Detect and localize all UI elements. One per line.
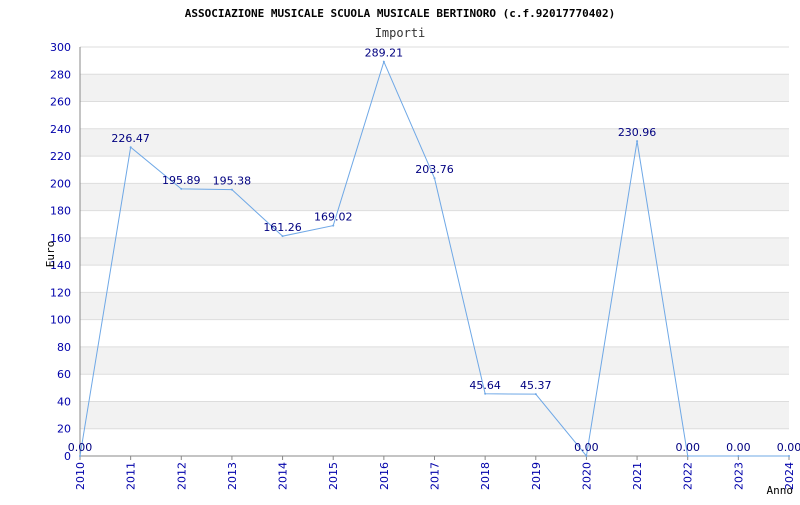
data-label: 226.47 [111, 132, 150, 145]
data-label: 203.76 [415, 163, 454, 176]
data-label: 45.64 [469, 379, 501, 392]
y-tick-label: 220 [50, 150, 71, 163]
y-tick-label: 260 [50, 96, 71, 109]
data-point [737, 455, 740, 457]
data-label: 0.00 [777, 441, 800, 454]
grid-band [80, 128, 789, 157]
y-axis-title: Euro [44, 241, 57, 268]
data-point [230, 188, 233, 191]
data-point [788, 455, 790, 457]
data-point [332, 224, 335, 227]
y-tick-label: 120 [50, 286, 71, 299]
y-tick-label: 200 [50, 177, 71, 190]
data-label: 195.89 [162, 174, 201, 187]
y-tick-label: 300 [50, 41, 71, 54]
data-point [636, 140, 639, 143]
x-tick-label: 2022 [682, 462, 695, 490]
x-tick-label: 2020 [580, 462, 593, 490]
data-point [129, 146, 132, 149]
y-tick-label: 240 [50, 123, 71, 136]
y-tick-label: 180 [50, 205, 71, 218]
chart-subtitle: Importi [375, 26, 426, 40]
x-tick-label: 2012 [175, 462, 188, 490]
data-label: 161.26 [263, 221, 302, 234]
data-point [79, 455, 81, 457]
x-tick-label: 2019 [530, 462, 543, 490]
grid-band [80, 292, 789, 320]
grid-band [80, 346, 789, 375]
data-label: 195.38 [213, 175, 252, 188]
x-tick-label: 2021 [631, 462, 644, 490]
data-point [534, 393, 537, 396]
data-label: 230.96 [618, 126, 657, 139]
line-chart: ASSOCIAZIONE MUSICALE SCUOLA MUSICALE BE… [44, 7, 800, 497]
data-label: 0.00 [68, 441, 93, 454]
data-label: 45.37 [520, 379, 552, 392]
y-tick-label: 80 [57, 341, 71, 354]
data-label: 0.00 [574, 441, 599, 454]
y-tick-label: 20 [57, 423, 71, 436]
x-tick-label: 2023 [732, 462, 745, 490]
data-point [180, 187, 183, 190]
chart-title: ASSOCIAZIONE MUSICALE SCUOLA MUSICALE BE… [185, 7, 615, 20]
grid-band [80, 74, 789, 102]
grid-band [80, 183, 789, 211]
x-tick-label: 2018 [479, 462, 492, 490]
data-point [281, 235, 284, 238]
x-tick-label: 2010 [74, 462, 87, 490]
chart: ASSOCIAZIONE MUSICALE SCUOLA MUSICALE BE… [0, 0, 800, 500]
plot-area: 0204060801001201401601802002202402602803… [50, 41, 800, 490]
x-axis-title: Anno [767, 484, 794, 497]
data-label: 0.00 [675, 441, 700, 454]
data-label: 0.00 [726, 441, 751, 454]
data-label: 289.21 [365, 47, 404, 60]
x-tick-label: 2016 [378, 462, 391, 490]
data-point [433, 177, 436, 180]
y-tick-label: 100 [50, 314, 71, 327]
data-point [484, 392, 487, 395]
grid-band [80, 237, 789, 266]
x-tick-label: 2013 [226, 462, 239, 490]
x-tick-label: 2011 [125, 462, 138, 490]
data-point [382, 60, 385, 63]
y-tick-label: 280 [50, 68, 71, 81]
x-tick-label: 2017 [429, 462, 442, 490]
data-point [585, 455, 588, 457]
x-tick-label: 2015 [327, 462, 340, 490]
y-tick-label: 40 [57, 395, 71, 408]
x-tick-label: 2014 [277, 462, 290, 490]
y-tick-label: 60 [57, 368, 71, 381]
data-label: 169.02 [314, 211, 353, 224]
data-point [686, 455, 689, 457]
